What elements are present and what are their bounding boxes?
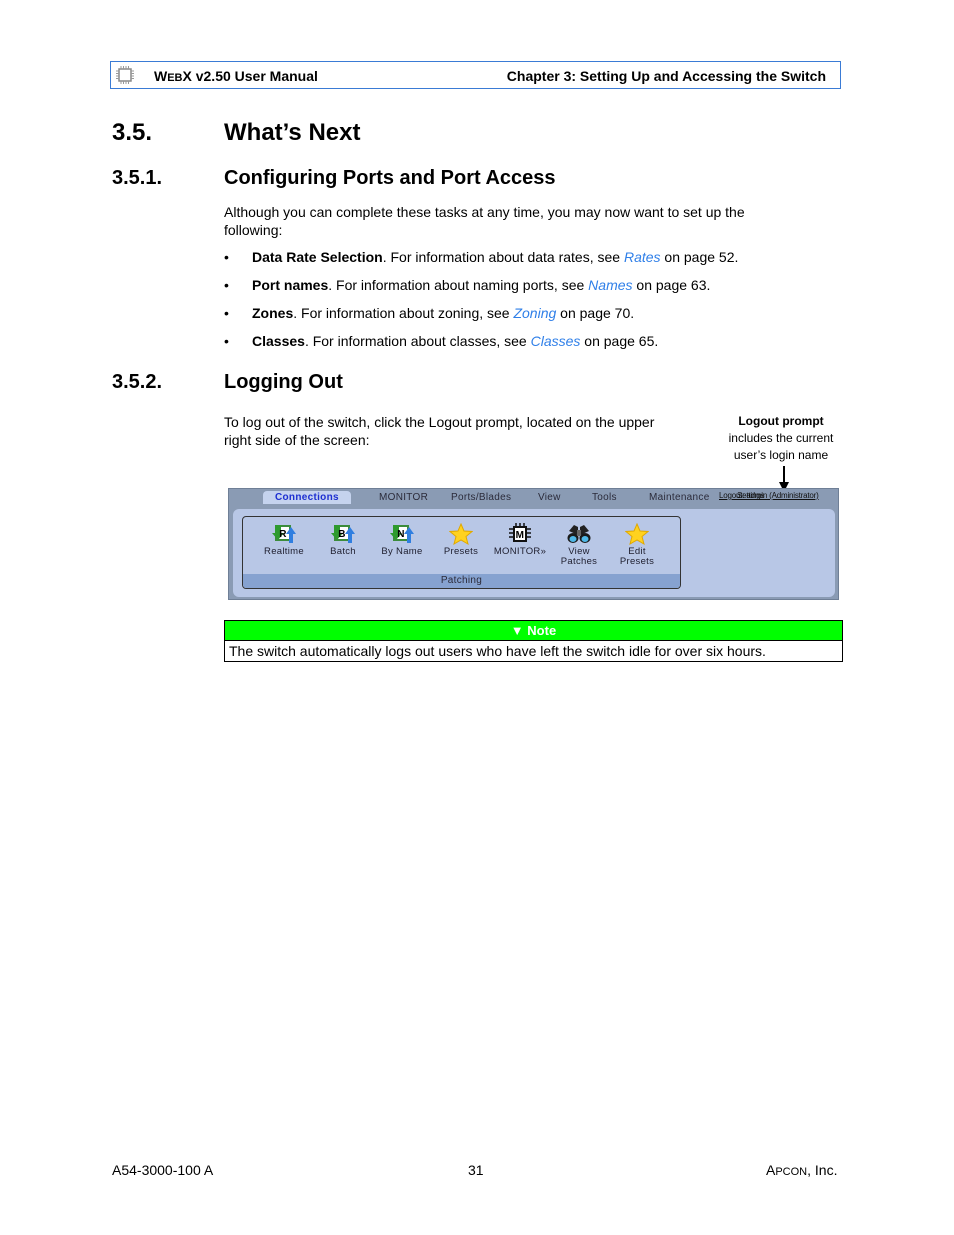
- tab-tools[interactable]: Tools: [592, 492, 617, 503]
- tab-connections[interactable]: Connections: [263, 491, 351, 504]
- star-icon: [449, 523, 473, 545]
- svg-text:R: R: [279, 529, 287, 540]
- tab-view[interactable]: View: [538, 492, 561, 503]
- monitor-button[interactable]: M MONITOR»: [492, 523, 548, 557]
- logout-callout: Logout prompt includes the current user’…: [728, 414, 834, 462]
- manual-title: WEBX v2.50 User Manual: [154, 68, 318, 84]
- section-title: What’s Next: [224, 119, 361, 146]
- tab-maintenance[interactable]: Maintenance: [649, 492, 710, 503]
- subsection-title: Logging Out: [224, 371, 343, 393]
- intro-paragraph: Although you can complete these tasks at…: [224, 204, 745, 238]
- svg-text:M: M: [516, 530, 525, 541]
- view-patches-button[interactable]: View Patches: [551, 523, 607, 567]
- monitor-chip-icon: M: [509, 523, 531, 542]
- tab-monitor[interactable]: MONITOR: [379, 492, 428, 503]
- note-icon: ▼: [510, 623, 524, 638]
- subsection-number: 3.5.1.: [112, 167, 163, 189]
- doc-number: A54-3000-100 A: [112, 1162, 214, 1178]
- star-icon: [625, 523, 649, 545]
- page-header: WEBX v2.50 User Manual Chapter 3: Settin…: [110, 61, 841, 89]
- note-header: ▼ Note: [225, 621, 842, 641]
- patching-group: R Realtime B Batch N By Name Presets M M…: [242, 516, 681, 589]
- svg-text:N: N: [397, 529, 405, 540]
- webx-screenshot: Connections MONITOR Ports/Blades View To…: [228, 488, 839, 600]
- note-text: The switch automatically logs out users …: [229, 643, 766, 659]
- tab-ports-blades[interactable]: Ports/Blades: [451, 492, 511, 503]
- note-title: Note: [527, 623, 557, 638]
- section-number: 3.5.: [112, 119, 153, 146]
- by-name-icon: N: [390, 525, 414, 543]
- batch-icon: B: [331, 525, 355, 543]
- binoculars-icon: [567, 525, 591, 543]
- zoning-link[interactable]: Zoning: [513, 305, 556, 321]
- rates-link[interactable]: Rates: [624, 249, 661, 265]
- group-label-patching: Patching: [243, 574, 680, 588]
- realtime-button[interactable]: R Realtime: [256, 523, 312, 557]
- presets-button[interactable]: Presets: [433, 523, 489, 557]
- classes-link[interactable]: Classes: [531, 333, 581, 349]
- edit-presets-button[interactable]: Edit Presets: [609, 523, 665, 567]
- svg-text:B: B: [338, 529, 346, 540]
- subsection-number: 3.5.2.: [112, 371, 163, 393]
- note-box: ▼ Note The switch automatically logs out…: [224, 620, 843, 662]
- logout-link[interactable]: Logout: admin (Administrator) Settings: [719, 491, 819, 500]
- chapter-title: Chapter 3: Setting Up and Accessing the …: [506, 68, 826, 84]
- subsection-title: Configuring Ports and Port Access: [224, 167, 556, 189]
- batch-button[interactable]: B Batch: [315, 523, 371, 557]
- tab-panel: R Realtime B Batch N By Name Presets M M…: [233, 509, 835, 597]
- menu-tabbar: Connections MONITOR Ports/Blades View To…: [229, 489, 838, 507]
- realtime-icon: R: [272, 525, 296, 543]
- names-link[interactable]: Names: [588, 277, 632, 293]
- by-name-button[interactable]: N By Name: [374, 523, 430, 557]
- company-name: APCON, Inc.: [766, 1162, 838, 1178]
- logout-paragraph: To log out of the switch, click the Logo…: [224, 414, 655, 448]
- chip-icon: [116, 66, 134, 84]
- page-number: 31: [468, 1162, 484, 1178]
